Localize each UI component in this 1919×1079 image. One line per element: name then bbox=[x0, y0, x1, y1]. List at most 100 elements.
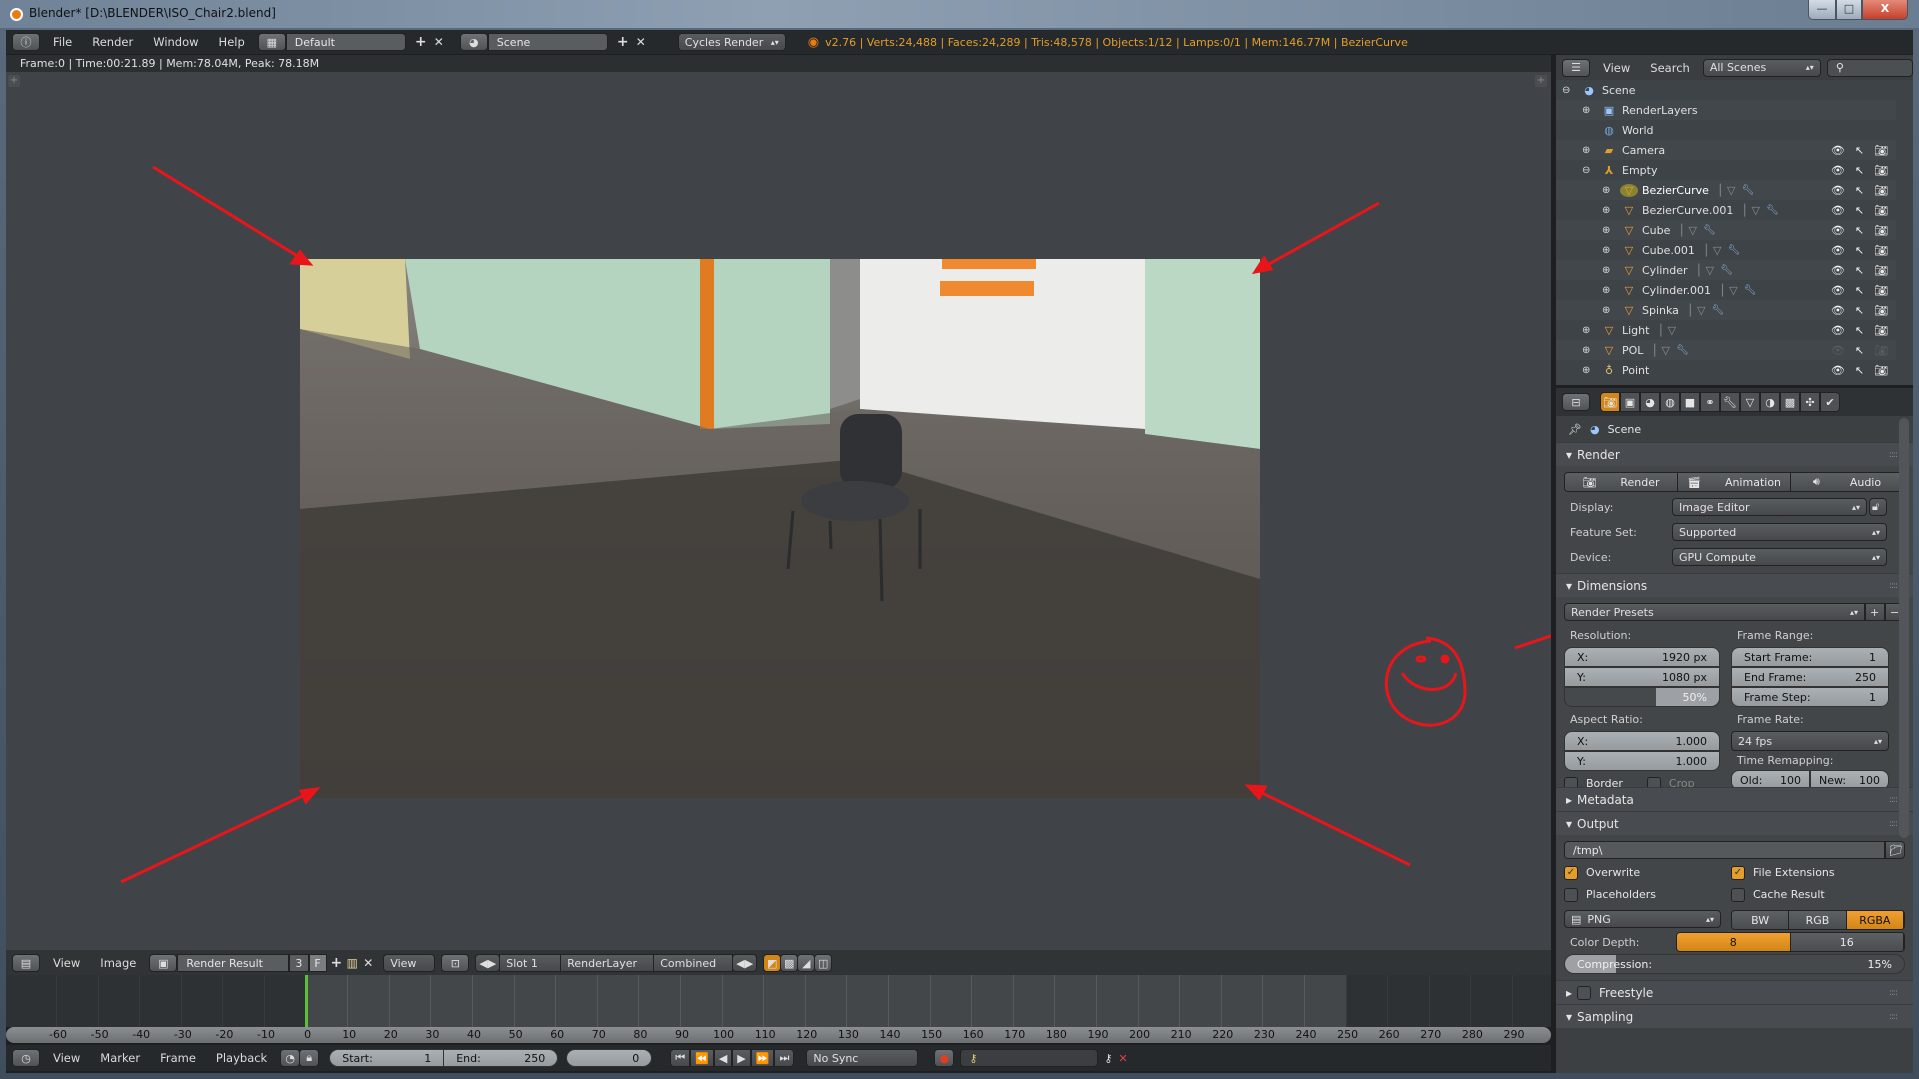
cache-result-checkbox-box[interactable] bbox=[1731, 888, 1745, 902]
image-name-field[interactable]: Render Result bbox=[177, 954, 290, 972]
renderability-camera-icon[interactable]: 📷︎ bbox=[1874, 144, 1888, 157]
properties-editor-type-button[interactable]: ⊟ bbox=[1562, 393, 1590, 411]
outliner-item[interactable]: ⊕ ▽ BezierCurve │ ▽ 🔧︎ 👁︎ ↖ 📷︎ bbox=[1556, 180, 1896, 200]
mesh-data-icon[interactable]: │ ▽ bbox=[1741, 204, 1760, 217]
placeholders-checkbox-box[interactable] bbox=[1564, 888, 1578, 902]
properties-tab-world[interactable]: ◍ bbox=[1660, 392, 1680, 412]
drag-handle-icon[interactable]: :::: bbox=[1889, 795, 1898, 805]
pin-icon[interactable]: 📌︎ bbox=[1568, 423, 1582, 436]
prev-slot-button[interactable]: ◀▶ bbox=[475, 954, 501, 972]
current-frame-indicator[interactable] bbox=[304, 975, 308, 1027]
image-editor-type-button[interactable]: ▤ bbox=[12, 954, 40, 972]
properties-tab-modifiers[interactable]: 🔧︎ bbox=[1720, 392, 1740, 412]
outliner-display-mode-select[interactable]: All Scenes ▴▾ bbox=[1702, 58, 1821, 77]
expand-icon[interactable]: ⊕ bbox=[1602, 245, 1614, 256]
renderability-camera-icon[interactable]: 📷︎ bbox=[1874, 344, 1888, 357]
render-pass-select[interactable]: Combined bbox=[653, 954, 734, 972]
visibility-eye-icon[interactable]: 👁︎ bbox=[1831, 224, 1845, 237]
render-engine-select[interactable]: Cycles Render ▴▾ bbox=[677, 33, 786, 51]
outliner-item[interactable]: ⊖ ◕ Scene bbox=[1556, 80, 1896, 100]
output-panel-header[interactable]: ▾ Output:::: bbox=[1556, 811, 1913, 835]
render-layer-select[interactable]: RenderLayer bbox=[560, 954, 655, 972]
mesh-data-icon[interactable]: │ ▽ bbox=[1678, 224, 1697, 237]
output-path-input[interactable]: /tmp\ bbox=[1564, 841, 1885, 859]
expand-icon[interactable]: ⊕ bbox=[1582, 325, 1594, 336]
animation-button[interactable]: 🎬︎ Animation bbox=[1678, 473, 1791, 491]
timeline-area[interactable] bbox=[6, 975, 1551, 1027]
resolution-y-field[interactable]: Y: 1080 px bbox=[1564, 667, 1720, 687]
selectability-cursor-icon[interactable]: ↖ bbox=[1855, 144, 1864, 157]
metadata-panel-header[interactable]: ▸ Metadata:::: bbox=[1556, 787, 1913, 811]
keying-set-field[interactable]: ⚷ bbox=[960, 1049, 1099, 1067]
properties-toggle-icon[interactable]: + bbox=[1535, 75, 1547, 87]
menu-help[interactable]: Help bbox=[212, 35, 252, 49]
unlink-image-button[interactable]: ✕ bbox=[359, 954, 377, 972]
end-frame-field[interactable]: End: 250 bbox=[443, 1049, 559, 1067]
render-panel-header[interactable]: ▾ Render:::: bbox=[1556, 442, 1913, 466]
jump-start-button[interactable]: ⏮ bbox=[670, 1049, 691, 1067]
mesh-data-icon[interactable]: │ ▽ bbox=[1687, 304, 1706, 317]
modifier-wrench-icon[interactable]: 🔧︎ bbox=[1703, 225, 1716, 236]
expand-icon[interactable]: ⊕ bbox=[1602, 265, 1614, 276]
modifier-wrench-icon[interactable]: 🔧︎ bbox=[1676, 345, 1689, 356]
selectability-cursor-icon[interactable]: ↖ bbox=[1855, 164, 1864, 177]
menu-file[interactable]: File bbox=[46, 35, 79, 49]
remove-screen-button[interactable]: ✕ bbox=[430, 33, 448, 51]
mesh-data-icon[interactable]: │ ▽ bbox=[1657, 324, 1676, 337]
properties-tab-particles[interactable]: ✣ bbox=[1800, 392, 1820, 412]
outliner-item[interactable]: ⊕ ▽ POL │ ▽ 🔧︎ 👁︎ ↖ 📷︎ bbox=[1556, 340, 1896, 360]
compression-slider[interactable]: Compression: 15% bbox=[1564, 954, 1905, 974]
color-mode-rgb[interactable]: RGB bbox=[1789, 911, 1847, 929]
drag-handle-icon[interactable]: :::: bbox=[1889, 988, 1898, 998]
menu-image[interactable]: Image bbox=[93, 956, 143, 970]
outliner-item[interactable]: ⊕ ▰ Camera 👁︎ ↖ 📷︎ bbox=[1556, 140, 1896, 160]
visibility-eye-icon[interactable]: 👁︎ bbox=[1831, 144, 1845, 157]
selectability-cursor-icon[interactable]: ↖ bbox=[1855, 264, 1864, 277]
outliner-menu-view[interactable]: View bbox=[1596, 61, 1637, 75]
scene-icon[interactable]: ◕ bbox=[459, 33, 488, 51]
properties-tab-constraints[interactable]: ⚭ bbox=[1700, 392, 1720, 412]
outliner-search-input[interactable]: ⚲ bbox=[1826, 58, 1913, 77]
feature-set-select[interactable]: Supported ▴▾ bbox=[1672, 523, 1887, 541]
sampling-panel-header[interactable]: ▾ Sampling:::: bbox=[1556, 1004, 1913, 1028]
outliner-item[interactable]: ⊕ ▽ Cylinder.001 │ ▽ 🔧︎ 👁︎ ↖ 📷︎ bbox=[1556, 280, 1896, 300]
resolution-percentage-slider[interactable]: 50% bbox=[1564, 687, 1720, 707]
timeline-menu-marker[interactable]: Marker bbox=[93, 1051, 147, 1065]
modifier-wrench-icon[interactable]: 🔧︎ bbox=[1741, 185, 1754, 196]
visibility-eye-icon[interactable]: 👁︎ bbox=[1831, 204, 1845, 217]
draw-image-alpha-icon[interactable]: ◩ bbox=[763, 954, 782, 972]
menu-view[interactable]: View bbox=[46, 956, 87, 970]
outliner-menu-search[interactable]: Search bbox=[1643, 61, 1697, 75]
outliner-item[interactable]: ⊕ ▽ BezierCurve.001 │ ▽ 🔧︎ 👁︎ ↖ 📷︎ bbox=[1556, 200, 1896, 220]
timeline-menu-view[interactable]: View bbox=[46, 1051, 87, 1065]
pivot-icon[interactable]: ⊡ bbox=[441, 954, 470, 972]
selectability-cursor-icon[interactable]: ↖ bbox=[1855, 304, 1864, 317]
image-editor[interactable]: Frame:0 | Time:00:21.89 | Mem:78.04M, Pe… bbox=[6, 55, 1551, 975]
color-mode-bw[interactable]: BW bbox=[1732, 911, 1790, 929]
record-button[interactable]: ● bbox=[934, 1049, 955, 1067]
expand-icon[interactable]: ⊕ bbox=[1582, 345, 1594, 356]
expand-icon[interactable]: ⊕ bbox=[1602, 185, 1614, 196]
draw-zbuffer-icon[interactable]: ◢ bbox=[797, 954, 816, 972]
expand-icon[interactable]: ⊕ bbox=[1602, 285, 1614, 296]
visibility-eye-icon[interactable]: 👁︎ bbox=[1831, 284, 1845, 297]
collapse-icon[interactable]: ⊖ bbox=[1562, 85, 1574, 96]
view-mode-select[interactable]: View bbox=[383, 954, 436, 972]
expand-icon[interactable]: ⊕ bbox=[1602, 205, 1614, 216]
fake-user-toggle[interactable]: F bbox=[309, 954, 328, 972]
visibility-eye-icon[interactable]: 👁︎ bbox=[1831, 244, 1845, 257]
outliner-item[interactable]: ⊕ ▽ Cylinder │ ▽ 🔧︎ 👁︎ ↖ 📷︎ bbox=[1556, 260, 1896, 280]
modifier-wrench-icon[interactable]: 🔧︎ bbox=[1766, 205, 1779, 216]
expand-icon[interactable]: ⊕ bbox=[1582, 365, 1594, 376]
drag-handle-icon[interactable]: :::: bbox=[1889, 1012, 1898, 1022]
renderability-camera-icon[interactable]: 📷︎ bbox=[1874, 164, 1888, 177]
timeline-editor-type-button[interactable]: ◷ bbox=[12, 1049, 40, 1067]
outliner-item[interactable]: ⊕ ♁ Point 👁︎ ↖ 📷︎ bbox=[1556, 360, 1896, 380]
visibility-eye-icon[interactable]: 👁︎ bbox=[1831, 304, 1845, 317]
play-button[interactable]: ▶ bbox=[732, 1049, 751, 1067]
visibility-eye-icon[interactable]: 👁︎ bbox=[1831, 184, 1845, 197]
selectability-cursor-icon[interactable]: ↖ bbox=[1855, 344, 1864, 357]
visibility-eye-icon[interactable]: 👁︎ bbox=[1831, 264, 1845, 277]
properties-tab-data[interactable]: ▽ bbox=[1740, 392, 1760, 412]
render-button[interactable]: 📷︎ Render bbox=[1565, 473, 1678, 491]
